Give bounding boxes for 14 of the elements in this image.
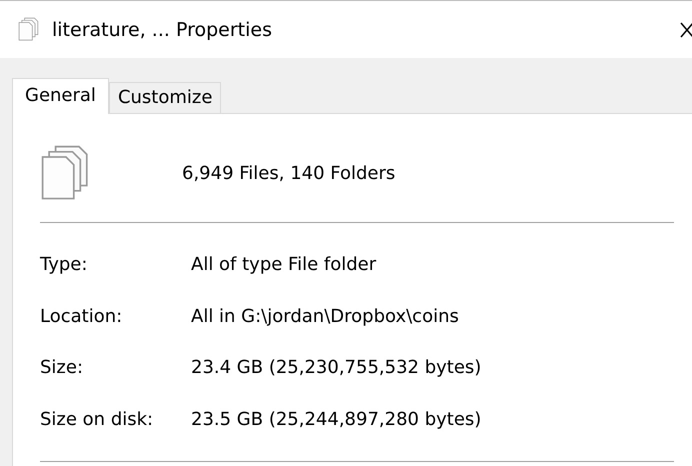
- property-value: All of type File folder: [191, 254, 376, 276]
- property-label: Location:: [40, 306, 124, 327]
- files-icon: [18, 17, 40, 42]
- property-value: All in G:\jordan\Dropbox\coins: [191, 306, 459, 327]
- property-value: 23.5 GB (25,244,897,280 bytes): [191, 408, 482, 430]
- property-label: Size:: [40, 357, 84, 378]
- file-count: 6,949 Files, 140 Folders: [182, 162, 396, 184]
- close-icon[interactable]: [680, 22, 692, 38]
- window-title: literature, ... Properties: [52, 18, 272, 40]
- tab[interactable]: General: [12, 78, 109, 114]
- property-label: Size on disk:: [40, 408, 154, 430]
- tab[interactable]: Customize: [108, 82, 222, 113]
- property-value: 23.4 GB (25,230,755,532 bytes): [191, 357, 482, 378]
- property-label: Type:: [40, 254, 88, 276]
